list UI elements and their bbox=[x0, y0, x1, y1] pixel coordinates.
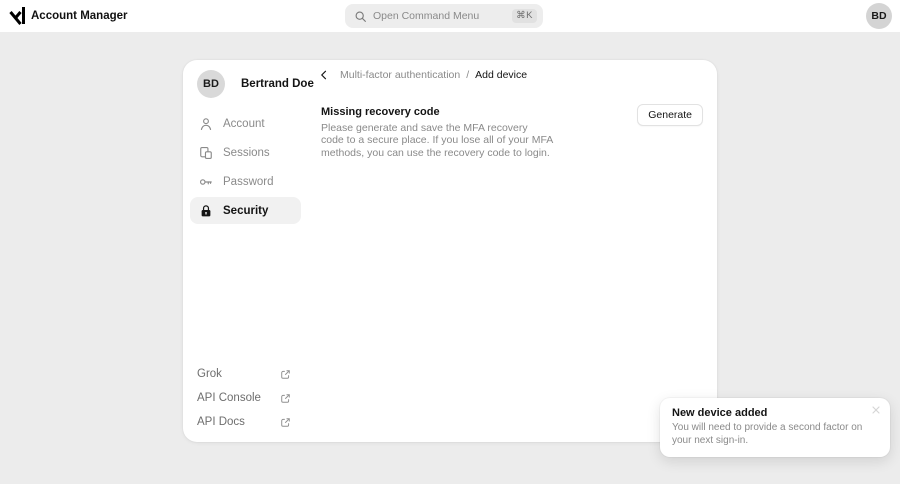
section-description: Please generate and save the MFA recover… bbox=[321, 122, 553, 159]
sidebar-item-label: Account bbox=[223, 117, 265, 130]
sidebar-item-account[interactable]: Account bbox=[190, 110, 301, 137]
breadcrumb: Multi-factor authentication / Add device bbox=[318, 68, 527, 82]
xai-logo bbox=[9, 7, 25, 25]
sidebar-nav: Account Sessions Password Security bbox=[190, 110, 301, 226]
sidebar-item-label: Password bbox=[223, 175, 274, 188]
topbar: Account Manager Open Command Menu ⌘K BD bbox=[0, 0, 900, 32]
breadcrumb-separator: / bbox=[466, 69, 470, 81]
sidebar-avatar: BD bbox=[197, 70, 225, 98]
generate-button[interactable]: Generate bbox=[637, 104, 703, 126]
app-title: Account Manager bbox=[31, 10, 128, 22]
sidebar-item-label: Security bbox=[223, 204, 269, 217]
sidebar-link-api-docs[interactable]: API Docs bbox=[197, 410, 291, 434]
toast-message: You will need to provide a second factor… bbox=[672, 422, 863, 446]
search-icon bbox=[355, 11, 366, 22]
person-icon bbox=[200, 117, 212, 130]
sidebar-link-grok[interactable]: Grok bbox=[197, 362, 291, 386]
section-title: Missing recovery code bbox=[321, 106, 440, 118]
sidebar-user-name: Bertrand Doe bbox=[241, 78, 314, 90]
sidebar-item-security[interactable]: Security bbox=[190, 197, 301, 224]
close-icon[interactable] bbox=[870, 404, 882, 416]
sidebar-user: BD Bertrand Doe bbox=[197, 70, 314, 98]
sidebar-item-label: Sessions bbox=[223, 146, 270, 159]
sidebar-link-label: Grok bbox=[197, 368, 222, 380]
lock-icon bbox=[201, 204, 211, 216]
sidebar-link-label: API Console bbox=[197, 392, 261, 404]
toast-title: New device added bbox=[672, 407, 768, 419]
sidebar-link-label: API Docs bbox=[197, 416, 245, 428]
external-link-icon bbox=[281, 417, 290, 427]
breadcrumb-parent[interactable]: Multi-factor authentication bbox=[340, 69, 460, 81]
key-icon bbox=[200, 178, 212, 185]
sidebar-item-sessions[interactable]: Sessions bbox=[190, 139, 301, 166]
devices-icon bbox=[200, 146, 212, 159]
breadcrumb-current: Add device bbox=[475, 69, 528, 81]
chevron-left-icon[interactable] bbox=[318, 69, 330, 81]
sidebar-link-api-console[interactable]: API Console bbox=[197, 386, 291, 410]
user-avatar[interactable]: BD bbox=[866, 3, 892, 29]
external-link-icon bbox=[281, 393, 290, 403]
account-manager-card: BD Bertrand Doe Account Sessions Passwor… bbox=[183, 60, 717, 442]
sidebar-links: Grok API Console API Docs bbox=[197, 362, 291, 434]
external-link-icon bbox=[281, 369, 290, 379]
sidebar-item-password[interactable]: Password bbox=[190, 168, 301, 195]
toast-notification: New device added You will need to provid… bbox=[660, 398, 890, 457]
search-placeholder: Open Command Menu bbox=[373, 10, 480, 22]
keyboard-shortcut-badge: ⌘K bbox=[512, 9, 537, 23]
command-menu-search[interactable]: Open Command Menu ⌘K bbox=[345, 4, 543, 28]
